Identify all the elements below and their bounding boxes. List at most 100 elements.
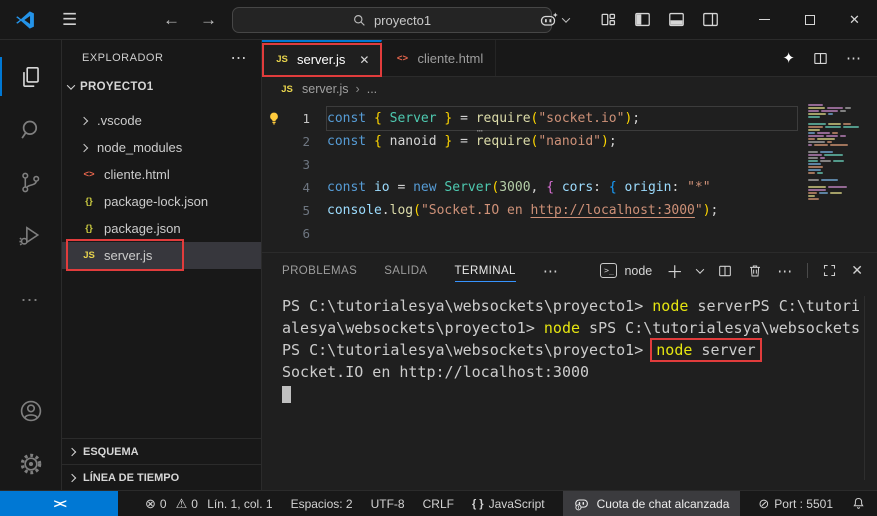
section-outline[interactable]: ESQUEMA: [62, 438, 261, 464]
maximize-button[interactable]: [787, 0, 832, 39]
activity-more-actions[interactable]: ⋯: [0, 274, 61, 327]
terminal[interactable]: PS C:\tutorialesya\websockets\proyecto1>…: [262, 288, 877, 490]
code-editor[interactable]: 1const { Server } = require("socket.io")…: [262, 101, 877, 252]
sidebar-title: EXPLORADOR: [82, 52, 163, 64]
menu-icon[interactable]: ☰: [62, 10, 77, 30]
encoding[interactable]: UTF-8: [371, 497, 405, 511]
error-count: 0: [160, 497, 167, 511]
code-line-3[interactable]: 3: [262, 153, 877, 176]
minimap[interactable]: [808, 104, 868, 204]
remote-icon: ><: [53, 496, 64, 511]
code-line-6[interactable]: 6: [262, 222, 877, 245]
cursor-position[interactable]: Lín. 1, col. 1: [207, 497, 272, 511]
explorer-actions-icon[interactable]: ⋯: [231, 48, 248, 68]
split-terminal-icon[interactable]: [717, 263, 733, 279]
copilot-menu-button[interactable]: [539, 10, 569, 30]
explorer-item-node_modules[interactable]: node_modules: [62, 134, 261, 161]
problems-status[interactable]: ⊗ 0 ⚠ 0: [145, 496, 198, 512]
customize-layout-icon[interactable]: [599, 10, 618, 29]
copilot-quota-status[interactable]: Cuota de chat alcanzada: [563, 491, 741, 516]
command-center-search[interactable]: proyecto1: [232, 7, 552, 33]
tab-cliente-html[interactable]: <> cliente.html: [382, 40, 496, 76]
explorer-item-package-lock.json[interactable]: {}package-lock.json: [62, 188, 261, 215]
tab-server-js[interactable]: JS server.js ✕: [262, 40, 382, 77]
chevron-down-icon[interactable]: [696, 265, 704, 273]
indentation[interactable]: Espacios: 2: [291, 497, 353, 511]
activity-account[interactable]: [0, 384, 61, 437]
terminal-line-2: alesya\websockets\proyecto1> node sPS C:…: [282, 319, 877, 341]
project-root[interactable]: PROYECTO1: [62, 75, 261, 99]
code-text: const io = new Server(3000, { cors: { or…: [327, 176, 797, 199]
title-bar: ☰ ← → proyecto1 ✕: [0, 0, 877, 40]
eol-sequence[interactable]: CRLF: [423, 497, 454, 511]
close-panel-icon[interactable]: ✕: [851, 262, 863, 279]
breadcrumb[interactable]: JS server.js › ...: [262, 77, 877, 101]
line-number: 6: [286, 226, 310, 241]
code-line-4[interactable]: 4const io = new Server(3000, { cors: { o…: [262, 176, 877, 199]
close-button[interactable]: ✕: [832, 0, 877, 39]
activity-explorer[interactable]: [0, 50, 61, 103]
explorer-item-.vscode[interactable]: .vscode: [62, 107, 261, 134]
terminal-icon: >_: [600, 263, 617, 278]
code-text: [327, 222, 797, 245]
copilot-edit-icon[interactable]: ✦: [782, 49, 795, 67]
nav-back-icon[interactable]: ←: [163, 10, 180, 30]
language-label: JavaScript: [489, 497, 545, 511]
activity-source-control[interactable]: [0, 156, 61, 209]
toggle-primary-sidebar-icon[interactable]: [633, 10, 652, 29]
code-text: const { nanoid } = require("nanoid");: [327, 130, 797, 153]
tab-bar: JS server.js ✕ <> cliente.html ✦ ⋯: [262, 40, 877, 77]
explorer-item-server.js[interactable]: JSserver.js: [62, 242, 261, 269]
panel-tab-terminal[interactable]: TERMINAL: [455, 253, 516, 288]
activity-run-debug[interactable]: [0, 209, 61, 262]
js-file-icon: JS: [274, 54, 290, 65]
section-timeline[interactable]: LÍNEA DE TIEMPO: [62, 464, 261, 490]
panel-tab-problemas[interactable]: PROBLEMAS: [282, 253, 357, 288]
remote-indicator[interactable]: ><: [0, 491, 118, 516]
port-forward[interactable]: ⊘ Port : 5501: [758, 496, 833, 512]
kill-terminal-trash-icon[interactable]: [747, 263, 763, 279]
file-label: .vscode: [97, 113, 142, 128]
editor-more-actions-icon[interactable]: ⋯: [846, 49, 862, 67]
terminal-scrollbar[interactable]: [864, 296, 865, 480]
lightbulb-icon[interactable]: [262, 111, 286, 126]
explorer-item-package.json[interactable]: {}package.json: [62, 215, 261, 242]
nav-forward-icon[interactable]: →: [200, 10, 217, 30]
divider: [807, 263, 808, 278]
toggle-secondary-sidebar-icon[interactable]: [701, 10, 720, 29]
split-editor-icon[interactable]: [812, 50, 829, 67]
breadcrumb-more[interactable]: ...: [367, 82, 377, 96]
line-number: 3: [286, 157, 310, 172]
run-debug-icon: [18, 223, 43, 248]
notifications-bell[interactable]: [851, 496, 866, 511]
chevron-right-icon: [68, 447, 76, 455]
warning-icon: ⚠: [176, 496, 188, 512]
bell-icon: [851, 496, 866, 511]
toggle-panel-icon[interactable]: [667, 10, 686, 29]
activity-settings[interactable]: [0, 437, 61, 490]
panel-tab-salida[interactable]: SALIDA: [384, 253, 427, 288]
code-line-5[interactable]: 5console.log("Socket.IO en http://localh…: [262, 199, 877, 222]
copilot-icon: [539, 10, 559, 30]
new-terminal-icon[interactable]: ＋: [666, 258, 683, 283]
section-label: LÍNEA DE TIEMPO: [83, 472, 179, 484]
language-mode[interactable]: { } JavaScript: [472, 497, 545, 511]
code-text: console.log("Socket.IO en http://localho…: [327, 199, 797, 222]
code-line-2[interactable]: 2const { nanoid } = require("nanoid");: [262, 130, 877, 153]
braces-icon: { }: [472, 498, 484, 510]
breadcrumb-file[interactable]: server.js: [302, 82, 349, 96]
code-line-1[interactable]: 1const { Server } = require("socket.io")…: [262, 107, 877, 130]
json-file-icon: {}: [81, 196, 97, 207]
html-file-icon: <>: [394, 53, 410, 64]
panel-more-tabs-icon[interactable]: ⋯: [543, 262, 559, 280]
files-icon: [18, 64, 44, 90]
minimize-button[interactable]: [742, 0, 787, 39]
activity-search[interactable]: [0, 103, 61, 156]
maximize-panel-icon[interactable]: [822, 263, 837, 278]
active-shell[interactable]: >_ node: [600, 263, 652, 278]
terminal-more-actions-icon[interactable]: ⋯: [777, 262, 793, 280]
explorer-item-cliente.html[interactable]: <>cliente.html: [62, 161, 261, 188]
terminal-line-5: [282, 385, 877, 407]
error-icon: ⊗: [145, 496, 156, 512]
close-tab-icon[interactable]: ✕: [359, 53, 369, 67]
